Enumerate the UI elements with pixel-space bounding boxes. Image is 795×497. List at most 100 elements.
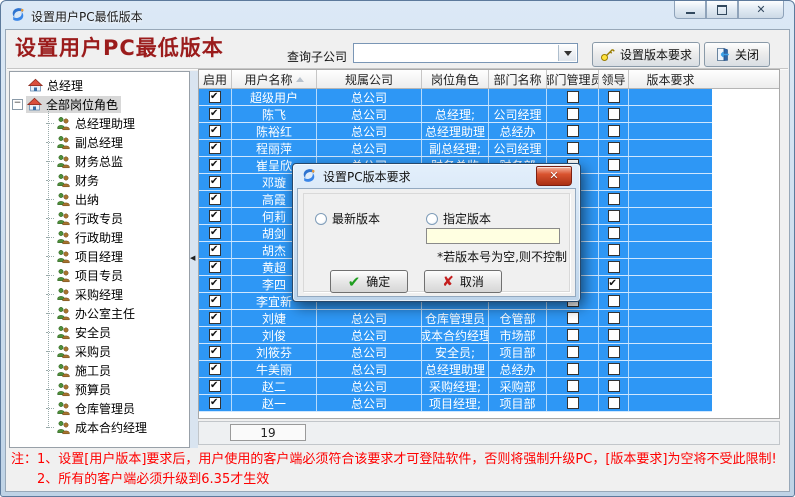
dept-admin-checkbox[interactable] — [567, 125, 579, 137]
enabled-checkbox[interactable] — [209, 380, 221, 392]
leader-checkbox[interactable] — [608, 210, 620, 222]
dept-admin-checkbox[interactable] — [567, 329, 579, 341]
column-header-company[interactable]: 规属公司 — [317, 70, 422, 88]
leader-checkbox[interactable] — [608, 278, 620, 290]
close-button[interactable]: 关闭 — [704, 42, 770, 67]
tree-item-role[interactable]: 成本合约经理 — [46, 418, 189, 437]
close-window-button[interactable]: ✕ — [738, 1, 784, 19]
combobox-dropdown-button[interactable] — [558, 45, 576, 61]
column-header-enabled[interactable]: 启用 — [199, 70, 232, 88]
enabled-checkbox[interactable] — [209, 397, 221, 409]
dept-admin-checkbox[interactable] — [567, 380, 579, 392]
leader-checkbox[interactable] — [608, 227, 620, 239]
tree-item-all-roles[interactable]: − 全部岗位角色 — [12, 95, 189, 114]
enabled-checkbox[interactable] — [209, 176, 221, 188]
leader-checkbox[interactable] — [608, 329, 620, 341]
tree-item-role[interactable]: 总经理助理 — [46, 114, 189, 133]
table-row[interactable]: 赵一 总公司 项目经理; 项目部 — [199, 395, 712, 412]
column-header-user-name[interactable]: 用户名称 — [232, 70, 317, 88]
enabled-checkbox[interactable] — [209, 278, 221, 290]
leader-checkbox[interactable] — [608, 261, 620, 273]
table-row[interactable]: 陈飞 总公司 总经理; 公司经理 — [199, 106, 712, 123]
leader-checkbox[interactable] — [608, 176, 620, 188]
column-header-version[interactable]: 版本要求 — [629, 70, 712, 88]
window-titlebar[interactable]: 设置用户PC最低版本 ✕ — [1, 1, 794, 29]
leader-checkbox[interactable] — [608, 380, 620, 392]
enabled-checkbox[interactable] — [209, 142, 221, 154]
tree-item-role[interactable]: 安全员 — [46, 323, 189, 342]
dept-admin-checkbox[interactable] — [567, 142, 579, 154]
leader-checkbox[interactable] — [608, 142, 620, 154]
enabled-checkbox[interactable] — [209, 312, 221, 324]
table-row[interactable]: 刘俊 总公司 成本合约经理 市场部 — [199, 327, 712, 344]
enabled-checkbox[interactable] — [209, 108, 221, 120]
tree-item-role[interactable]: 办公室主任 — [46, 304, 189, 323]
ok-button[interactable]: ✔ 确定 — [330, 270, 408, 293]
tree-item-role[interactable]: 副总经理 — [46, 133, 189, 152]
enabled-checkbox[interactable] — [209, 346, 221, 358]
tree-item-role[interactable]: 行政专员 — [46, 209, 189, 228]
dept-admin-checkbox[interactable] — [567, 363, 579, 375]
dept-admin-checkbox[interactable] — [567, 397, 579, 409]
enabled-checkbox[interactable] — [209, 295, 221, 307]
subsidiary-combobox[interactable] — [353, 43, 578, 63]
leader-checkbox[interactable] — [608, 193, 620, 205]
tree-item-role[interactable]: 预算员 — [46, 380, 189, 399]
enabled-checkbox[interactable] — [209, 193, 221, 205]
column-header-dept-admin[interactable]: 部门管理员 — [547, 70, 599, 88]
leader-checkbox[interactable] — [608, 125, 620, 137]
leader-checkbox[interactable] — [608, 295, 620, 307]
tree-item-role[interactable]: 财务总监 — [46, 152, 189, 171]
dept-admin-checkbox[interactable] — [567, 346, 579, 358]
table-row[interactable]: 超级用户 总公司 — [199, 89, 712, 106]
enabled-checkbox[interactable] — [209, 329, 221, 341]
enabled-checkbox[interactable] — [209, 210, 221, 222]
table-row[interactable]: 陈裕红 总公司 总经理助理 总经办 — [199, 123, 712, 140]
tree-item-role[interactable]: 项目专员 — [46, 266, 189, 285]
table-row[interactable]: 程丽萍 总公司 副总经理; 公司经理 — [199, 140, 712, 157]
tree-item-role[interactable]: 采购员 — [46, 342, 189, 361]
tree-item-role[interactable]: 行政助理 — [46, 228, 189, 247]
set-version-button[interactable]: 设置版本要求 — [592, 42, 700, 67]
column-header-department[interactable]: 部门名称 — [489, 70, 547, 88]
tree-item-general-manager[interactable]: 总经理 — [27, 76, 189, 95]
column-header-role[interactable]: 岗位角色 — [422, 70, 489, 88]
tree-item-role[interactable]: 财务 — [46, 171, 189, 190]
radio-latest-version[interactable]: 最新版本 — [315, 210, 380, 227]
table-row[interactable]: 刘婕 总公司 仓库管理员 仓管部 — [199, 310, 712, 327]
maximize-button[interactable] — [706, 1, 738, 19]
dept-admin-checkbox[interactable] — [567, 312, 579, 324]
enabled-checkbox[interactable] — [209, 261, 221, 273]
dept-admin-checkbox[interactable] — [567, 108, 579, 120]
tree-item-role[interactable]: 仓库管理员 — [46, 399, 189, 418]
radio-specified-version[interactable]: 指定版本 — [426, 210, 491, 227]
tree-item-role[interactable]: 项目经理 — [46, 247, 189, 266]
enabled-checkbox[interactable] — [209, 159, 221, 171]
tree-item-role[interactable]: 施工员 — [46, 361, 189, 380]
collapse-arrow-icon[interactable]: ◀ — [190, 254, 195, 262]
enabled-checkbox[interactable] — [209, 244, 221, 256]
leader-checkbox[interactable] — [608, 363, 620, 375]
minimize-button[interactable] — [674, 1, 706, 19]
enabled-checkbox[interactable] — [209, 125, 221, 137]
leader-checkbox[interactable] — [608, 244, 620, 256]
table-row[interactable]: 牛美丽 总公司 总经理助理 总经办 — [199, 361, 712, 378]
tree-item-role[interactable]: 采购经理 — [46, 285, 189, 304]
cancel-button[interactable]: ✘ 取消 — [424, 270, 502, 293]
leader-checkbox[interactable] — [608, 159, 620, 171]
enabled-checkbox[interactable] — [209, 363, 221, 375]
leader-checkbox[interactable] — [608, 312, 620, 324]
dialog-titlebar[interactable]: 设置PC版本要求 ✕ — [293, 164, 580, 188]
leader-checkbox[interactable] — [608, 91, 620, 103]
leader-checkbox[interactable] — [608, 346, 620, 358]
version-input[interactable] — [426, 228, 560, 244]
column-header-leader[interactable]: 领导 — [599, 70, 629, 88]
enabled-checkbox[interactable] — [209, 91, 221, 103]
dept-admin-checkbox[interactable] — [567, 91, 579, 103]
table-row[interactable]: 刘筱芬 总公司 安全员; 项目部 — [199, 344, 712, 361]
leader-checkbox[interactable] — [608, 108, 620, 120]
tree-expander[interactable]: − — [12, 99, 23, 110]
tree-item-role[interactable]: 出纳 — [46, 190, 189, 209]
enabled-checkbox[interactable] — [209, 227, 221, 239]
panel-splitter[interactable]: ◀ — [190, 71, 198, 448]
